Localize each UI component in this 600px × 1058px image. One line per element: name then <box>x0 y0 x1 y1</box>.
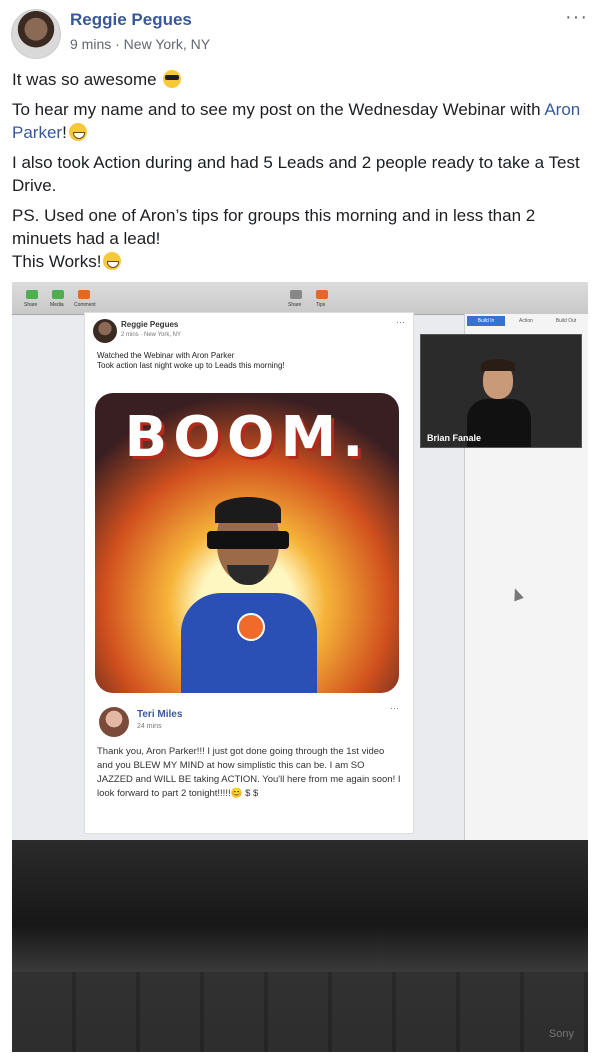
tips-icon <box>316 290 328 299</box>
post-paragraph-1: It was so awesome <box>12 68 592 91</box>
media-icon <box>52 290 64 299</box>
boom-word: BOOM. <box>124 405 370 470</box>
post-text: This Works! <box>12 252 102 271</box>
grin-emoji-icon <box>103 252 122 270</box>
inner-more-icon: ··· <box>396 317 405 327</box>
toolbar-label: Media <box>50 302 64 308</box>
post-body: It was so awesome To hear my name and to… <box>12 68 592 280</box>
toolbar-label: Share <box>288 302 302 308</box>
post-paragraph-2: To hear my name and to see my post on th… <box>12 98 592 144</box>
share-icon <box>26 290 38 299</box>
inner-line-2: Took action last night woke up to Leads … <box>97 361 285 370</box>
sunglasses-emoji-icon <box>163 70 182 88</box>
shirt-logo-icon <box>237 613 265 641</box>
post-text: To hear my name and to see my post on th… <box>12 100 541 119</box>
comment-text: Thank you, Aron Parker!!! I just got don… <box>97 746 401 799</box>
post-meta: 9 mins · New York, NY <box>70 36 211 52</box>
inner-meta: 2 mins · New York, NY <box>121 332 182 338</box>
inner-post-card: Reggie Pegues 2 mins · New York, NY ··· … <box>84 312 414 834</box>
video-tile: Brian Fanale <box>420 334 582 448</box>
post-photo[interactable]: Share Media Comment Share Tips Build In … <box>12 282 588 1052</box>
share-icon <box>290 290 302 299</box>
app-toolbar: Share Media Comment Share Tips <box>12 282 588 315</box>
post-text: It was so awesome <box>12 70 157 89</box>
post-paragraph-3: I also took Action during and had 5 Lead… <box>12 153 580 195</box>
avatar-body <box>181 593 317 693</box>
post-text: ! <box>62 123 67 142</box>
author-avatar[interactable] <box>11 9 61 59</box>
toolbar-label: Share <box>24 302 38 308</box>
laptop-screen: Share Media Comment Share Tips Build In … <box>12 282 588 840</box>
commenter-avatar <box>99 707 129 737</box>
inner-avatar <box>93 319 117 343</box>
comment-meta: 24 mins <box>137 723 162 730</box>
laptop-brand: Sony <box>548 1028 574 1040</box>
inner-line-1: Watched the Webinar with Aron Parker <box>97 351 235 360</box>
comment-more-icon: ··· <box>390 703 399 713</box>
inner-text: Watched the Webinar with Aron Parker Too… <box>97 351 285 371</box>
post-paragraph-4: PS. Used one of Aron’s tips for groups t… <box>12 206 536 248</box>
author-name[interactable]: Reggie Pegues <box>70 10 192 30</box>
video-name-label: Brian Fanale <box>427 433 482 443</box>
comment-icon <box>78 290 90 299</box>
commenter-name: Teri Miles <box>137 709 183 720</box>
more-options-icon[interactable]: ··· <box>565 6 588 29</box>
tab-action: Action <box>519 318 533 324</box>
post-header: Reggie Pegues 9 mins · New York, NY ··· <box>0 0 600 62</box>
keyboard <box>12 972 588 1052</box>
grin-emoji-icon <box>68 123 87 141</box>
avatar-beard <box>227 565 269 585</box>
sunglasses-icon <box>207 531 289 549</box>
tab-build-in: Build In <box>467 316 505 326</box>
boom-sticker: BOOM. <box>95 393 399 693</box>
toolbar-label: Tips <box>316 302 326 308</box>
comment: Teri Miles 24 mins ··· Thank you, Aron P… <box>93 703 405 827</box>
post-paragraph-5: This Works! <box>12 250 592 273</box>
avatar-hair <box>215 497 281 523</box>
toolbar-label: Comment <box>74 302 96 308</box>
inner-author: Reggie Pegues <box>121 320 179 329</box>
tab-build-out: Build Out <box>555 318 577 324</box>
presenter-hair <box>481 359 515 371</box>
